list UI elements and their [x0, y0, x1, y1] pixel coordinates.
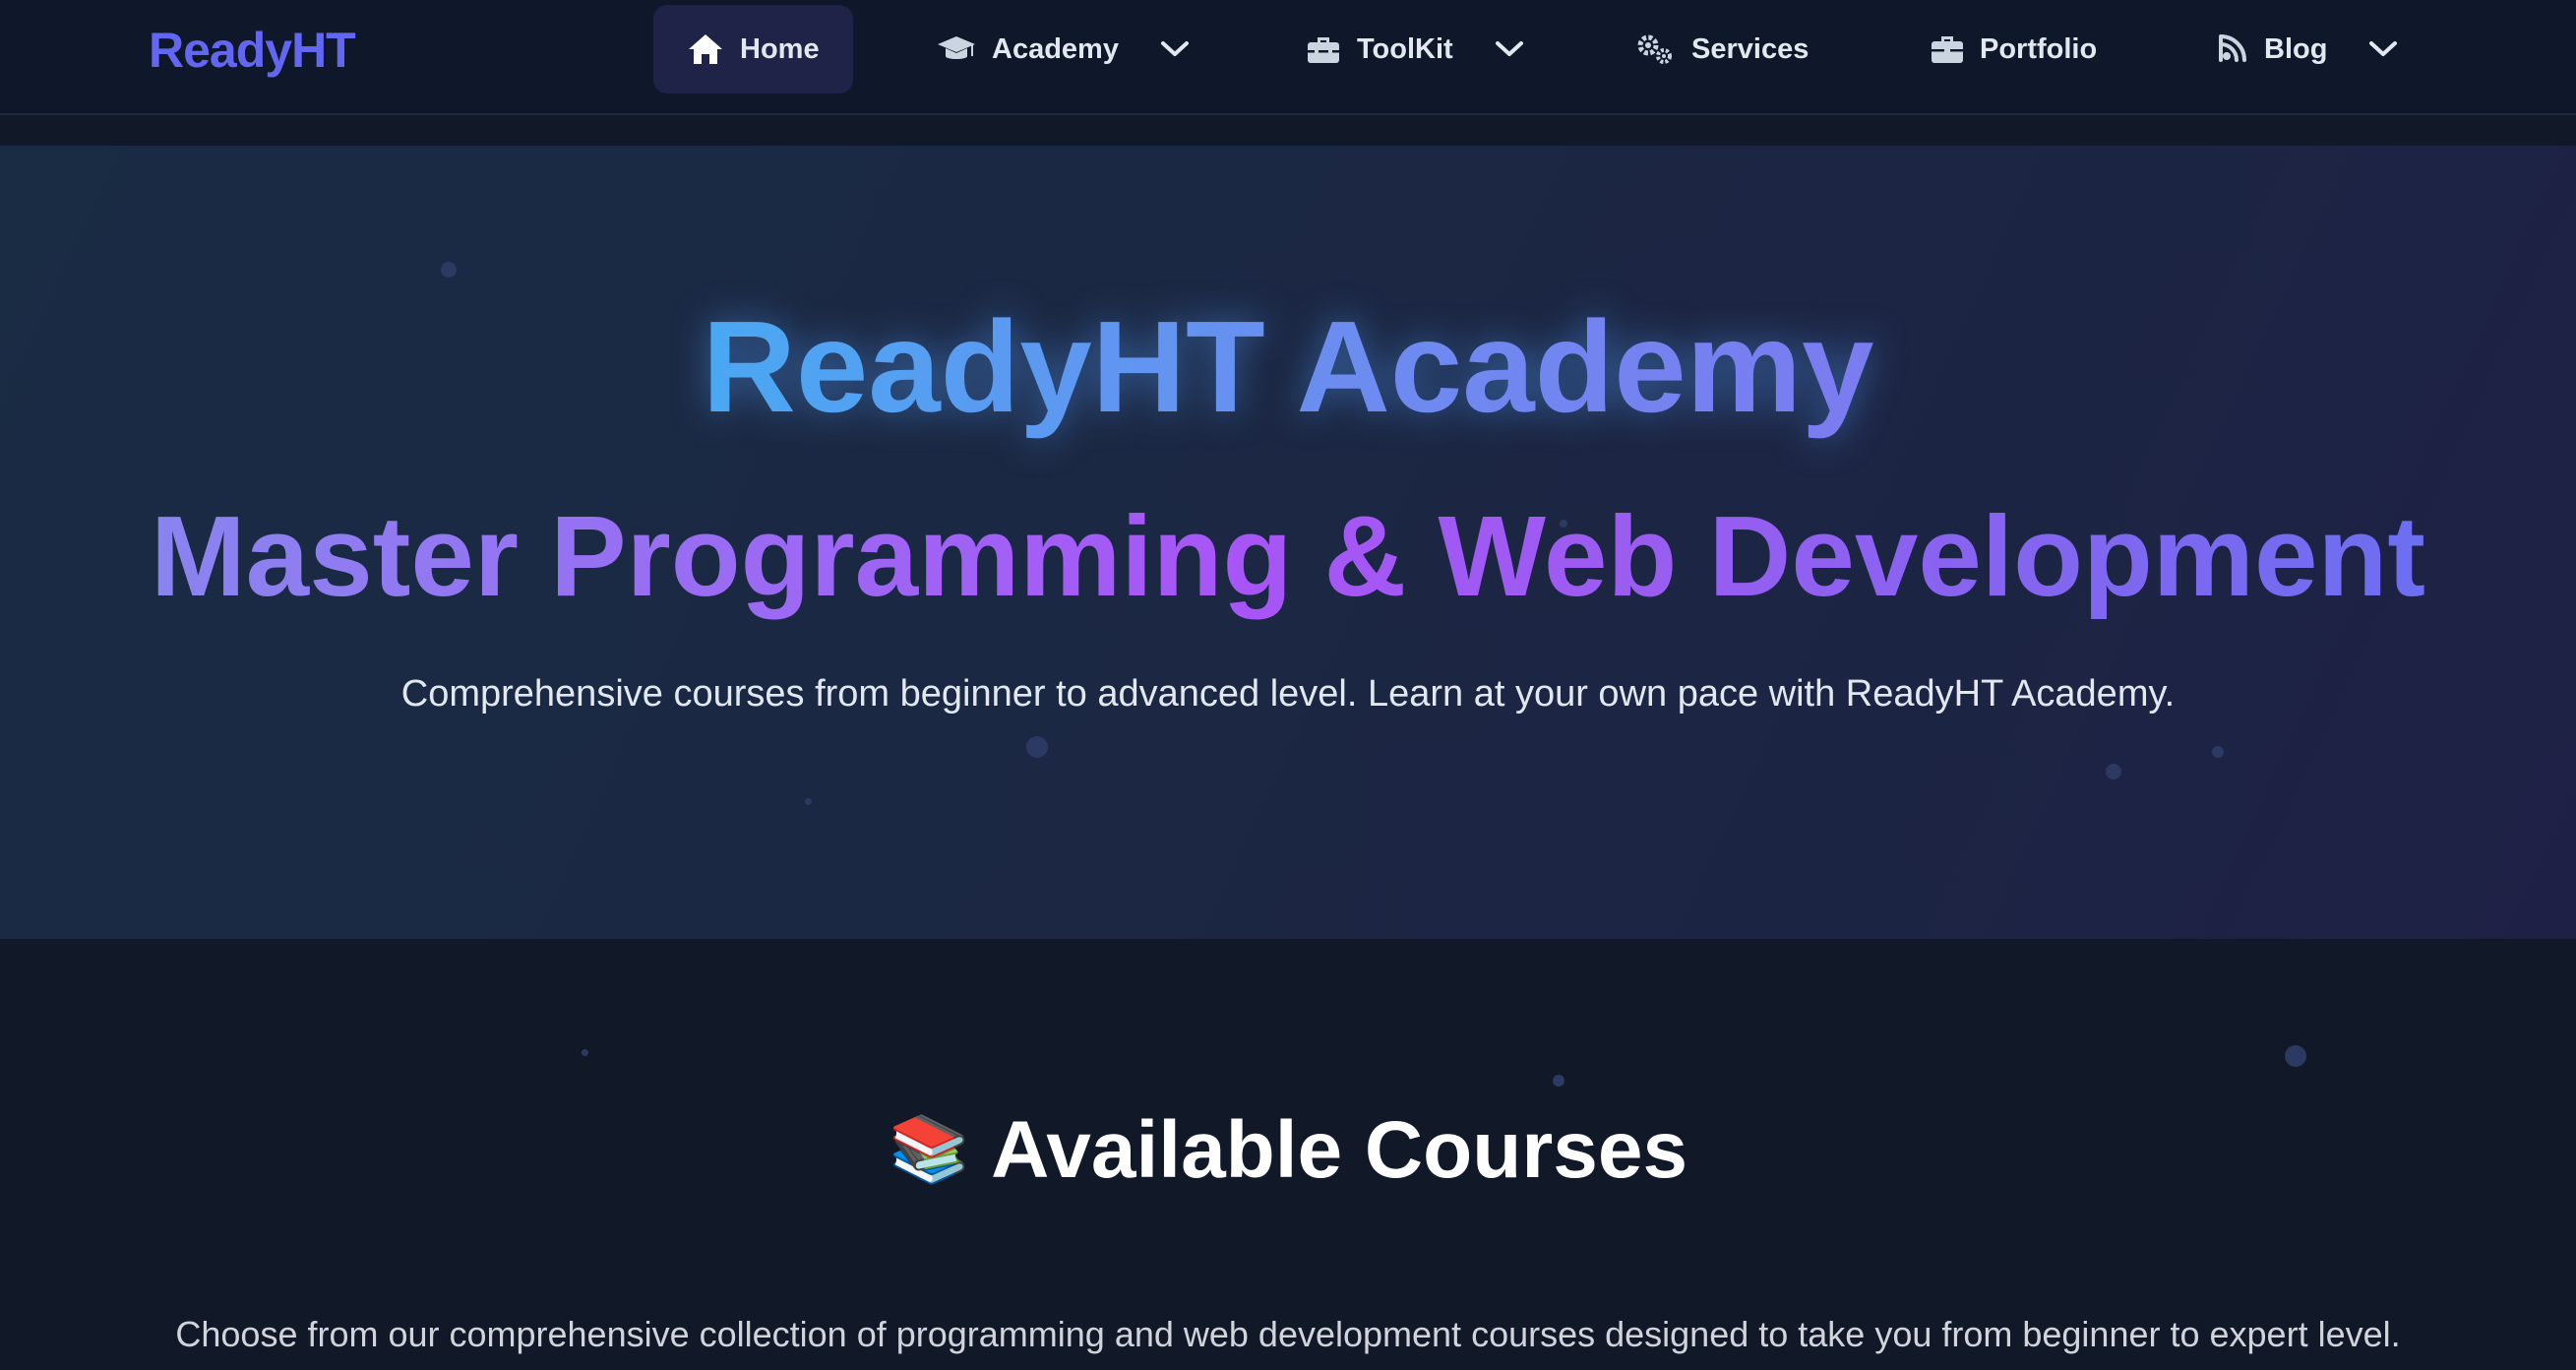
- nav-item-label: ToolKit: [1357, 32, 1453, 65]
- hero-subtitle: Master Programming & Web Development: [151, 492, 2425, 620]
- hero-title: ReadyHT Academy: [702, 294, 1874, 439]
- decorative-dot: [2106, 764, 2121, 779]
- decorative-dot: [1026, 736, 1048, 758]
- nav-item-label: Blog: [2264, 32, 2328, 65]
- chevron-down-icon: [1495, 40, 1524, 58]
- decorative-dot: [441, 262, 457, 278]
- toolbox-icon: [1306, 33, 1341, 65]
- nav-item-label: Services: [1691, 32, 1809, 65]
- nav-item-label: Home: [740, 32, 820, 65]
- decorative-dot: [582, 1049, 588, 1056]
- page: ReadyHT Home Academy ToolKit Services Po…: [0, 0, 2576, 1370]
- chevron-down-icon: [1160, 40, 1190, 58]
- decorative-dot: [2212, 746, 2224, 758]
- graduation-cap-icon: [937, 34, 976, 64]
- books-icon: 📚: [888, 1112, 970, 1185]
- decorative-dot: [1553, 1075, 1564, 1087]
- decorative-dot: [805, 798, 812, 805]
- home-icon: [687, 32, 724, 66]
- courses-heading: 📚 Available Courses: [0, 1104, 2576, 1197]
- chevron-down-icon: [2368, 40, 2398, 58]
- nav-item-academy[interactable]: Academy: [903, 5, 1223, 93]
- rss-icon: [2215, 32, 2248, 66]
- gears-icon: [1634, 32, 1676, 66]
- brand-logo[interactable]: ReadyHT: [149, 22, 356, 79]
- nav-item-portfolio[interactable]: Portfolio: [1897, 5, 2130, 93]
- courses-heading-text: Available Courses: [991, 1105, 1688, 1195]
- nav-item-blog[interactable]: Blog: [2181, 5, 2431, 93]
- decorative-dot: [2285, 1045, 2306, 1067]
- nav-item-services[interactable]: Services: [1601, 5, 1842, 93]
- nav-item-label: Portfolio: [1980, 32, 2098, 65]
- nav-item-home[interactable]: Home: [653, 5, 853, 93]
- briefcase-icon: [1931, 33, 1964, 65]
- courses-description: Choose from our comprehensive collection…: [175, 1314, 2401, 1354]
- nav-item-label: Academy: [992, 32, 1119, 65]
- top-navbar: ReadyHT Home Academy ToolKit Services Po…: [0, 0, 2576, 115]
- hero-description: Comprehensive courses from beginner to a…: [400, 673, 2176, 715]
- nav-item-toolkit[interactable]: ToolKit: [1272, 5, 1558, 93]
- hero-section: ReadyHT Academy Master Programming & Web…: [0, 146, 2576, 939]
